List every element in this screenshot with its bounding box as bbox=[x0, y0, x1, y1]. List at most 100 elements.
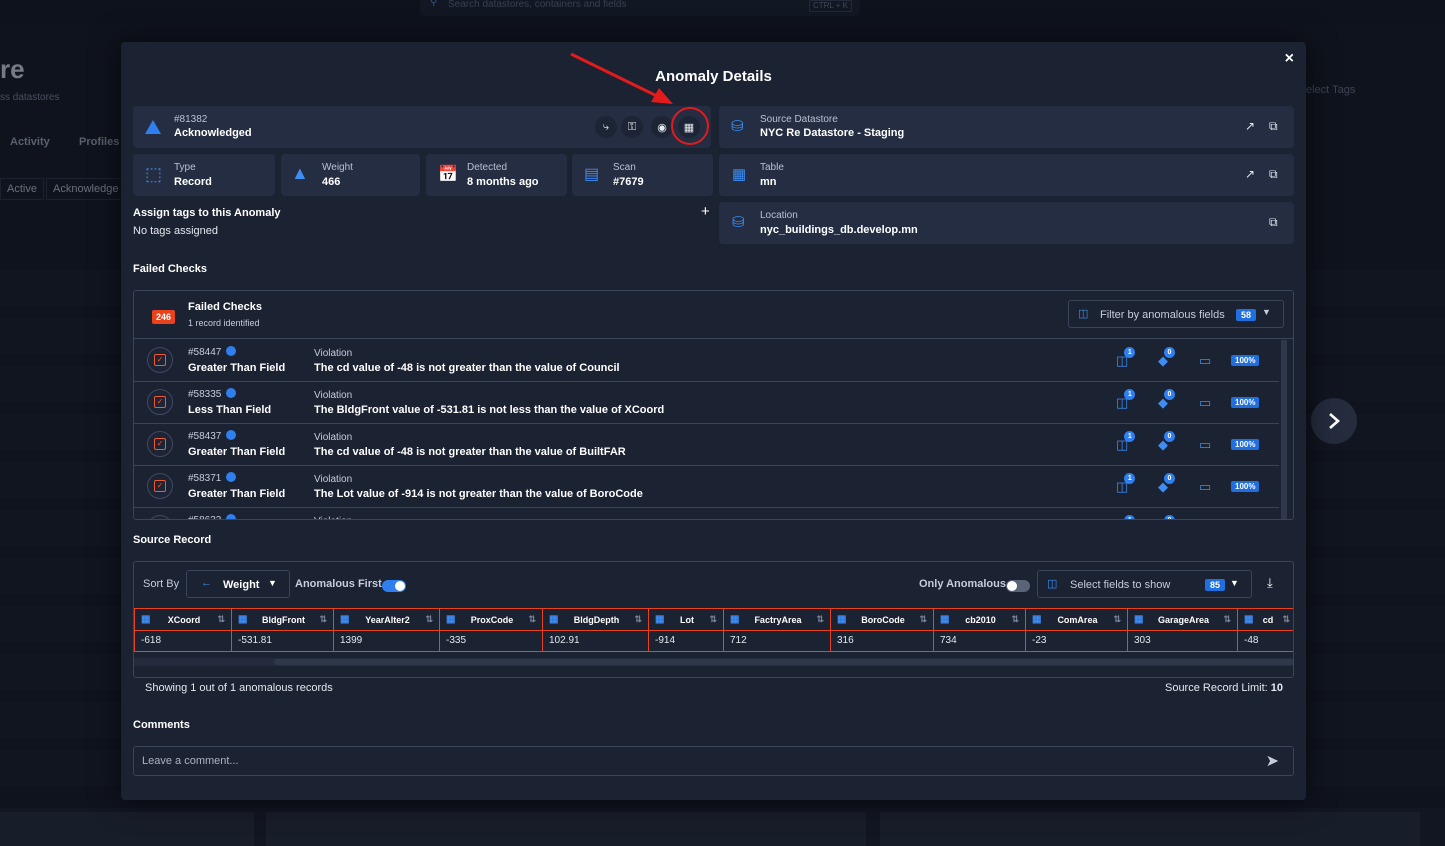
failed-check-row[interactable]: ✓ #58447 Greater Than Field Violation Th… bbox=[134, 340, 1279, 382]
failed-check-row[interactable]: ✓ #58632 Violation ◫1 ◆0 bbox=[134, 508, 1279, 519]
record-column[interactable]: ▦ XCoord ⇅ -618 bbox=[134, 608, 232, 652]
weight-card: ▲ Weight 466 bbox=[281, 154, 420, 196]
violation-text: The BldgFront value of -531.81 is not le… bbox=[314, 404, 665, 416]
info-icon[interactable] bbox=[226, 430, 237, 440]
failed-check-row[interactable]: ✓ #58371 Greater Than Field Violation Th… bbox=[134, 466, 1279, 508]
field-icon: ▦ bbox=[446, 614, 456, 625]
sort-by-label: Sort By bbox=[143, 578, 180, 590]
sort-by-select[interactable]: ← Weight ▼ bbox=[186, 570, 290, 598]
weight-value: 466 bbox=[322, 176, 341, 188]
record-column[interactable]: ▦ BldgFront ⇅ -531.81 bbox=[231, 608, 334, 652]
anomalous-first-toggle[interactable] bbox=[382, 580, 406, 592]
open-external-icon[interactable]: ↗ bbox=[1245, 119, 1255, 133]
add-tag-button[interactable]: + bbox=[701, 203, 710, 220]
info-icon[interactable] bbox=[226, 388, 237, 398]
failed-checks-scrollbar[interactable] bbox=[1281, 340, 1287, 519]
filter-count: 58 bbox=[1236, 309, 1257, 321]
sort-icon[interactable]: ⇅ bbox=[1282, 614, 1290, 625]
info-icon[interactable] bbox=[226, 514, 237, 519]
tag-icon[interactable]: ◆ 0 bbox=[1158, 431, 1175, 453]
record-column[interactable]: ▦ cb2010 ⇅ 734 bbox=[933, 608, 1026, 652]
sort-icon[interactable]: ⇅ bbox=[1223, 614, 1231, 625]
type-card: ⬚ Type Record bbox=[133, 154, 275, 196]
filter-anomalous-fields-select[interactable]: ◫ Filter by anomalous fields 58 ▼ bbox=[1068, 300, 1284, 328]
comment-placeholder: Leave a comment... bbox=[142, 755, 239, 767]
field-icon: ▦ bbox=[940, 614, 950, 625]
select-fields-dropdown[interactable]: ◫ Select fields to show 85 ▼ bbox=[1037, 570, 1252, 598]
fields-icon[interactable]: ◫ 1 bbox=[1116, 389, 1136, 411]
close-button[interactable]: × bbox=[1285, 50, 1294, 68]
limit-value: 10 bbox=[1270, 682, 1283, 694]
record-column[interactable]: ▦ cd ⇅ -48 bbox=[1237, 608, 1293, 652]
check-icon: ✓ bbox=[147, 347, 173, 373]
monitor-icon[interactable]: ▭ bbox=[1199, 395, 1211, 411]
record-column[interactable]: ▦ ComArea ⇅ -23 bbox=[1025, 608, 1128, 652]
field-icon: ▦ bbox=[1244, 614, 1254, 625]
send-icon[interactable]: ➤ bbox=[1266, 751, 1279, 771]
sort-icon[interactable]: ⇅ bbox=[425, 614, 433, 625]
monitor-icon[interactable]: ▭ bbox=[1199, 437, 1211, 453]
weight-icon: ▲ bbox=[291, 163, 309, 183]
record-column[interactable]: ▦ BldgDepth ⇅ 102.91 bbox=[542, 608, 649, 652]
column-header: XCoord bbox=[167, 614, 201, 625]
sort-icon[interactable]: ⇅ bbox=[634, 614, 642, 625]
info-icon[interactable] bbox=[226, 346, 237, 356]
sort-icon[interactable]: ⇅ bbox=[919, 614, 927, 625]
tag-icon[interactable]: ◆ 0 bbox=[1158, 347, 1175, 369]
monitor-icon[interactable]: ▭ bbox=[1199, 479, 1211, 495]
location-card: ⛁ Location nyc_buildings_db.develop.mn ⧉ bbox=[719, 202, 1294, 244]
tag-icon[interactable]: ◆ 0 bbox=[1158, 389, 1175, 411]
sort-icon[interactable]: ⇅ bbox=[1011, 614, 1019, 625]
record-column[interactable]: ▦ ProxCode ⇅ -335 bbox=[439, 608, 543, 652]
limit-label: Source Record Limit: bbox=[1164, 682, 1271, 694]
record-column[interactable]: ▦ BoroCode ⇅ 316 bbox=[830, 608, 934, 652]
download-icon[interactable]: ⤓ bbox=[1267, 575, 1273, 591]
info-icon[interactable] bbox=[226, 472, 237, 482]
column-header: BoroCode bbox=[861, 614, 905, 625]
check-icon: ✓ bbox=[147, 431, 173, 457]
coverage-badge: 100% bbox=[1231, 439, 1260, 450]
fields-icon[interactable]: ◫ 1 bbox=[1116, 473, 1136, 495]
cell-value: -335 bbox=[446, 635, 467, 646]
scan-value[interactable]: #7679 bbox=[613, 176, 644, 188]
check-id: #58437 bbox=[188, 431, 222, 442]
coverage-badge: 100% bbox=[1231, 481, 1260, 492]
sort-icon[interactable]: ⇅ bbox=[528, 614, 536, 625]
failed-check-row[interactable]: ✓ #58437 Greater Than Field Violation Th… bbox=[134, 424, 1279, 466]
cell-value: -618 bbox=[141, 635, 162, 646]
record-column[interactable]: ▦ Lot ⇅ -914 bbox=[648, 608, 724, 652]
field-icon: ▦ bbox=[340, 614, 350, 625]
column-header: cd bbox=[1262, 614, 1274, 625]
only-anomalous-toggle[interactable] bbox=[1006, 580, 1030, 592]
failed-checks-count: 246 bbox=[152, 310, 176, 324]
sort-icon[interactable]: ⇅ bbox=[1113, 614, 1121, 625]
fields-icon[interactable]: ◫ 1 bbox=[1116, 431, 1136, 453]
copy-icon[interactable]: ⧉ bbox=[1269, 167, 1278, 182]
cell-value: 303 bbox=[1134, 635, 1151, 646]
column-header: ComArea bbox=[1057, 614, 1098, 625]
record-column[interactable]: ▦ GarageArea ⇅ 303 bbox=[1127, 608, 1238, 652]
sort-icon[interactable]: ⇅ bbox=[816, 614, 824, 625]
source-record-section-title: Source Record bbox=[133, 534, 212, 546]
next-anomaly-button[interactable] bbox=[1311, 398, 1357, 444]
source-record-scrollbar[interactable] bbox=[134, 658, 1293, 666]
record-column[interactable]: ▦ YearAlter2 ⇅ 1399 bbox=[333, 608, 440, 652]
comment-input[interactable]: Leave a comment... ➤ bbox=[133, 746, 1294, 776]
sort-icon[interactable]: ⇅ bbox=[319, 614, 327, 625]
column-header: YearAlter2 bbox=[365, 614, 410, 625]
copy-icon[interactable]: ⧉ bbox=[1269, 215, 1278, 230]
fields-icon[interactable]: ◫ 1 bbox=[1116, 347, 1136, 369]
tag-icon[interactable]: ◆ 0 bbox=[1158, 473, 1175, 495]
check-name: Greater Than Field bbox=[188, 488, 286, 500]
column-header: ProxCode bbox=[470, 614, 514, 625]
sort-value: Weight bbox=[223, 579, 260, 591]
copy-icon[interactable]: ⧉ bbox=[1269, 119, 1278, 134]
monitor-icon[interactable]: ▭ bbox=[1199, 353, 1211, 369]
failed-check-row[interactable]: ✓ #58335 Less Than Field Violation The B… bbox=[134, 382, 1279, 424]
open-external-icon[interactable]: ↗ bbox=[1245, 167, 1255, 181]
sort-icon[interactable]: ⇅ bbox=[709, 614, 717, 625]
source-datastore-label: Source Datastore bbox=[760, 114, 838, 125]
sort-icon[interactable]: ⇅ bbox=[217, 614, 225, 625]
record-column[interactable]: ▦ FactryArea ⇅ 712 bbox=[723, 608, 831, 652]
field-icon: ▦ bbox=[238, 614, 248, 625]
